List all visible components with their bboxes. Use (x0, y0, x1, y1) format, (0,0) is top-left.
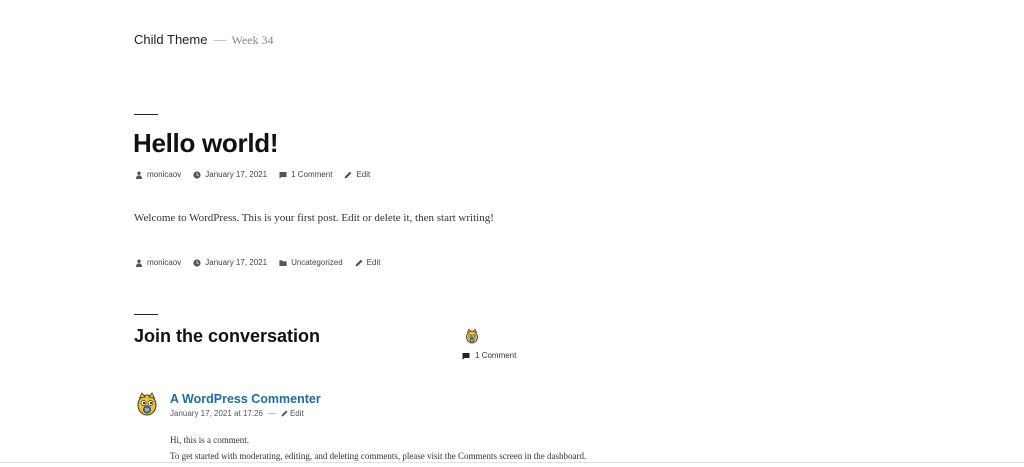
person-icon (135, 171, 143, 179)
post-comments[interactable]: 1 Comment (279, 170, 332, 179)
comment-paragraph: To get started with moderating, editing,… (170, 451, 587, 461)
comment-paragraph: Hi, this is a comment. (170, 435, 249, 445)
comments-section-title: Join the conversation (134, 326, 321, 346)
svg-text:W: W (471, 338, 474, 342)
svg-text:W: W (145, 407, 150, 413)
post-edit-link[interactable]: Edit (356, 170, 370, 179)
comment-icon (462, 352, 470, 360)
pencil-icon (344, 171, 352, 179)
post-date[interactable]: January 17, 2021 (193, 170, 267, 179)
comment-date[interactable]: January 17, 2021 at 17:26 (170, 409, 263, 418)
comment-meta: January 17, 2021 at 17:26 — Edit (170, 409, 304, 418)
post-meta-bottom: monicaov January 17, 2021 Uncategorized … (135, 258, 392, 267)
post-edit[interactable]: Edit (344, 170, 370, 179)
post-date-link[interactable]: January 17, 2021 (205, 170, 267, 179)
post-date-footer[interactable]: January 17, 2021 (193, 258, 267, 267)
post-meta-top: monicaov January 17, 2021 1 Comment Edit (135, 170, 382, 179)
comments-divider (134, 314, 158, 315)
comments-count-label: 1 Comment (475, 351, 517, 360)
comment-meta-separator: — (267, 409, 276, 418)
comment-edit-link[interactable]: Edit (290, 409, 304, 418)
person-icon (135, 259, 143, 267)
post-title-divider (134, 114, 158, 115)
site-title[interactable]: Child Theme (134, 32, 207, 47)
post-category[interactable]: Uncategorized (279, 258, 343, 267)
clock-icon (193, 258, 201, 267)
comment-author-name[interactable]: A WordPress Commenter (170, 392, 321, 406)
pencil-icon (355, 259, 363, 267)
post-author-footer-link[interactable]: monicaov (147, 258, 181, 267)
post-category-link[interactable]: Uncategorized (291, 258, 343, 267)
site-header: Child Theme — Week 34 (134, 32, 274, 50)
post-edit-footer[interactable]: Edit (355, 258, 381, 267)
post-author-footer[interactable]: monicaov (135, 258, 181, 267)
post-author-link[interactable]: monicaov (147, 170, 181, 179)
site-title-separator: — (213, 32, 227, 47)
viewport-bottom-edge (0, 462, 1024, 463)
pencil-icon (281, 410, 288, 417)
site-description: Week 34 (231, 33, 274, 47)
post-date-footer-link[interactable]: January 17, 2021 (205, 258, 267, 267)
post-edit-footer-link[interactable]: Edit (367, 258, 381, 267)
comment-author-avatar: W (137, 392, 157, 416)
comments-summary: W 1 Comment (462, 328, 516, 360)
clock-icon (193, 170, 201, 179)
comment-icon (279, 171, 287, 179)
folder-icon (279, 259, 287, 267)
post-content: Welcome to WordPress. This is your first… (134, 212, 494, 224)
wapuu-avatar: W (466, 328, 478, 344)
comments-count: 1 Comment (462, 351, 516, 360)
post-author[interactable]: monicaov (135, 170, 181, 179)
post-title[interactable]: Hello world! (133, 127, 278, 159)
post-comments-link[interactable]: 1 Comment (291, 170, 332, 179)
